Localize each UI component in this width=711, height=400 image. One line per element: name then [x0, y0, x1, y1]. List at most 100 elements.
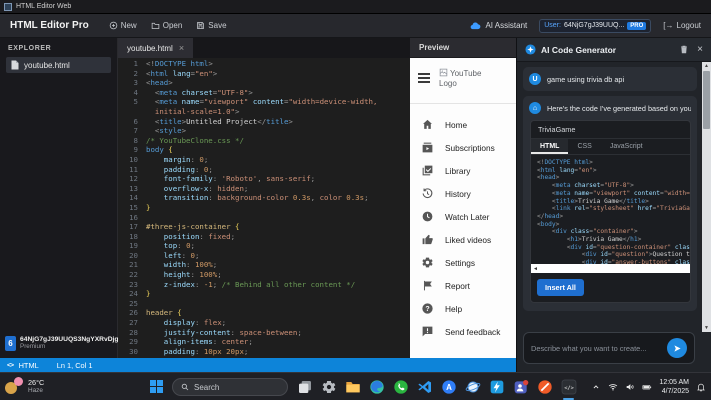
- trash-icon[interactable]: [680, 45, 688, 54]
- new-button[interactable]: New: [109, 21, 137, 30]
- app-window-icon: [4, 2, 12, 11]
- code-line: 19 top: 0;: [129, 241, 195, 251]
- settings-icon: [421, 256, 434, 269]
- preview-menu-item-history[interactable]: History: [410, 182, 516, 205]
- library-icon: [421, 164, 434, 177]
- preview-menu-label: Send feedback: [445, 326, 501, 337]
- menu-icon[interactable]: [418, 68, 430, 85]
- preview-menu-label: Home: [445, 119, 468, 130]
- bell-icon[interactable]: [696, 382, 706, 392]
- generated-code[interactable]: <!DOCTYPE html> <html lang="en"> <head> <m…: [531, 155, 690, 264]
- preview-menu-item-library[interactable]: Library: [410, 159, 516, 182]
- ai-code-line: <!DOCTYPE html>: [537, 159, 593, 166]
- browser-icon[interactable]: [464, 379, 481, 396]
- clock[interactable]: 12:05 AM 4/7/2025: [659, 378, 689, 396]
- send-icon: [673, 344, 681, 352]
- code-line: 9 body {: [133, 145, 173, 155]
- preview-menu-label: Help: [445, 303, 463, 314]
- code-line: 10 margin: 0;: [129, 154, 209, 164]
- broken-image-icon: [439, 68, 448, 77]
- insert-all-button[interactable]: Insert All: [537, 279, 584, 296]
- chevron-up-icon[interactable]: [591, 382, 601, 392]
- broken-logo-image[interactable]: YouTube Logo: [439, 68, 497, 88]
- open-button[interactable]: Open: [151, 21, 182, 30]
- vscode-icon[interactable]: [416, 379, 433, 396]
- send-feedback-icon: [421, 325, 434, 338]
- ai-logo-icon: [525, 44, 536, 55]
- teams-icon[interactable]: [512, 379, 529, 396]
- logout-button[interactable]: [→ Logout: [663, 21, 701, 30]
- ai-code-tab-css[interactable]: CSS: [568, 139, 600, 154]
- preview-menu-item-subscriptions[interactable]: Subscriptions: [410, 136, 516, 159]
- html-editor-icon[interactable]: </>: [560, 379, 577, 400]
- preview-menu-item-report[interactable]: Report: [410, 274, 516, 297]
- ai-assistant-button[interactable]: AI Assistant: [470, 21, 527, 30]
- weather-temp: 26°C: [28, 378, 45, 387]
- save-button[interactable]: Save: [196, 21, 227, 30]
- history-icon: [421, 187, 434, 200]
- svg-text:A: A: [446, 383, 452, 392]
- app-a-icon[interactable]: A: [440, 379, 457, 396]
- horizontal-scrollbar[interactable]: [531, 264, 690, 273]
- ai-code-tab-html[interactable]: HTML: [531, 139, 569, 154]
- start-button[interactable]: [150, 380, 164, 394]
- preview-menu-item-home[interactable]: Home: [410, 113, 516, 136]
- code-line: 24}: [129, 289, 151, 299]
- cursor-position[interactable]: Ln 1, Col 1: [57, 361, 93, 370]
- taskbar-app-icons: A </>: [296, 379, 577, 400]
- code-line: 25: [129, 298, 138, 308]
- scroll-up-icon[interactable]: ▲: [702, 62, 711, 70]
- account-text: 64NjG7gJ39UUQS3NgYXRvDjg Premium: [20, 336, 119, 350]
- send-button[interactable]: [667, 338, 687, 358]
- wifi-icon[interactable]: [608, 382, 618, 392]
- preview-menu-item-help[interactable]: ? Help: [410, 297, 516, 320]
- task-view-icon[interactable]: [296, 379, 313, 396]
- code-line: 27 display: flex;: [129, 318, 227, 328]
- preview-menu: Home Subscriptions Library History Watch Lat…: [410, 104, 516, 343]
- weather-widget[interactable]: 26°C Haze: [5, 377, 44, 395]
- tab-youtube-html[interactable]: youtube.html ×: [118, 38, 194, 58]
- cloud-icon: [471, 21, 481, 29]
- explorer-sidebar: EXPLORER youtube.html 6 64NjG7gJ39UUQS3N…: [0, 38, 119, 358]
- whatsapp-icon[interactable]: [392, 379, 409, 396]
- brave-icon[interactable]: [536, 379, 553, 396]
- ai-code-line: <link rel="stylesheet" href="TriviaGame.: [551, 205, 690, 213]
- file-explorer-icon[interactable]: [344, 379, 361, 396]
- bolt-icon[interactable]: [488, 379, 505, 396]
- preview-menu-item-settings[interactable]: Settings: [410, 251, 516, 274]
- code-line: 13 overflow-x: hidden;: [129, 183, 249, 193]
- file-item-youtube-html[interactable]: youtube.html: [6, 57, 111, 73]
- ai-chat-area: U game using trivia db api ⌂ Here's the …: [521, 62, 699, 326]
- language-mode[interactable]: HTML: [19, 361, 39, 370]
- preview-header: Preview: [410, 38, 516, 58]
- preview-menu-item-watch-later[interactable]: Watch Later: [410, 205, 516, 228]
- preview-menu-item-send-feedback[interactable]: Send feedback: [410, 320, 516, 343]
- battery-icon[interactable]: [642, 382, 652, 392]
- gear-icon[interactable]: [320, 379, 337, 396]
- generated-code-card: TriviaGame HTML CSS JavaScript <!DOCTYPE h…: [530, 120, 691, 303]
- edge-icon[interactable]: [368, 379, 385, 396]
- volume-icon[interactable]: [625, 382, 635, 392]
- user-pill[interactable]: User: 64NjG7gJ39UUQ... PRO: [539, 18, 652, 33]
- ai-prompt-input[interactable]: Describe what you want to create...: [523, 332, 695, 364]
- code-line: 28 justify-content: space-between;: [129, 327, 302, 337]
- close-icon[interactable]: ×: [697, 44, 703, 55]
- code-editor[interactable]: 1 <! DOCTYPE html >2 < html lang = "en" >3 < head >…: [118, 58, 410, 358]
- account-info[interactable]: 6 64NjG7gJ39UUQS3NgYXRvDjg Premium: [0, 328, 119, 358]
- vertical-scrollbar[interactable]: ▲ ▼: [702, 62, 711, 332]
- home-icon: [421, 118, 434, 131]
- preview-body: YouTube Logo Home Subscriptions Library His…: [410, 58, 516, 358]
- logout-icon: [→: [663, 21, 674, 30]
- scroll-down-icon[interactable]: ▼: [702, 324, 711, 332]
- ai-code-tab-javascript[interactable]: JavaScript: [601, 139, 652, 154]
- scrollbar-thumb[interactable]: [703, 71, 710, 129]
- tab-close-icon[interactable]: ×: [179, 43, 184, 53]
- preview-menu-item-liked-videos[interactable]: Liked videos: [410, 228, 516, 251]
- code-line: 30 padding: 10px 20px;: [129, 346, 249, 356]
- account-badge: 6: [5, 335, 16, 351]
- ai-code-line: <meta name="viewport" content="width=de: [551, 189, 690, 197]
- ai-code-line: <title>Trivia Game</title>: [551, 197, 649, 205]
- html-editor-app: HTML Editor Web HTML Editor Pro New Open…: [0, 0, 711, 400]
- user-avatar: U: [529, 73, 541, 85]
- taskbar-search[interactable]: Search: [172, 378, 288, 396]
